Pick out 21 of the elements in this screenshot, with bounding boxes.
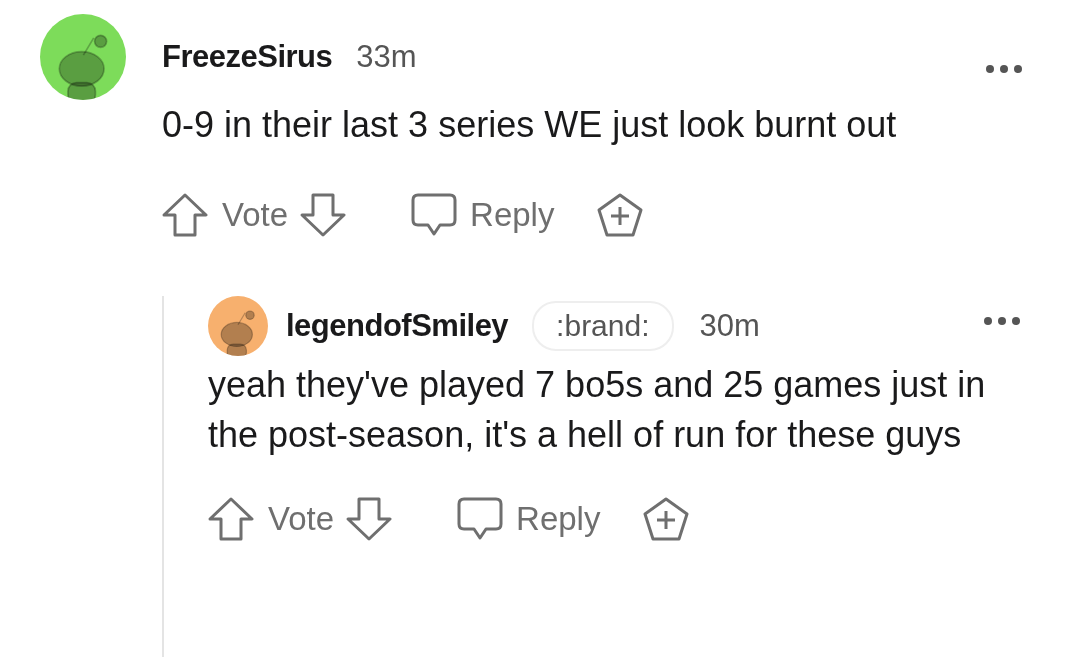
user-flair: :brand: [532,301,674,351]
downvote-icon[interactable] [346,497,393,541]
speech-bubble-icon [410,192,459,238]
upvote-icon[interactable] [208,497,254,541]
comment-text: 0-9 in their last 3 series WE just look burnt out [162,103,898,147]
timestamp: 33m [356,39,417,75]
speech-bubble-icon [456,496,505,542]
timestamp: 30m [699,308,760,344]
username[interactable]: legendofSmiley [286,308,509,344]
username[interactable]: FreezeSirus [162,39,333,75]
downvote-icon[interactable] [300,193,347,237]
reply-button[interactable]: Reply [410,192,555,238]
vote-label: Vote [222,196,289,234]
more-options-icon[interactable] [985,64,1023,74]
reply-button[interactable]: Reply [456,496,601,542]
more-options-icon[interactable] [983,316,1021,326]
upvote-icon[interactable] [162,193,208,237]
vote-label: Vote [268,500,335,538]
award-icon[interactable] [596,192,645,238]
award-icon[interactable] [642,496,691,542]
comment-text: yeah they've played 7 bo5s and 25 games just in the post-season, it's a hell of run for these guys [208,363,987,457]
